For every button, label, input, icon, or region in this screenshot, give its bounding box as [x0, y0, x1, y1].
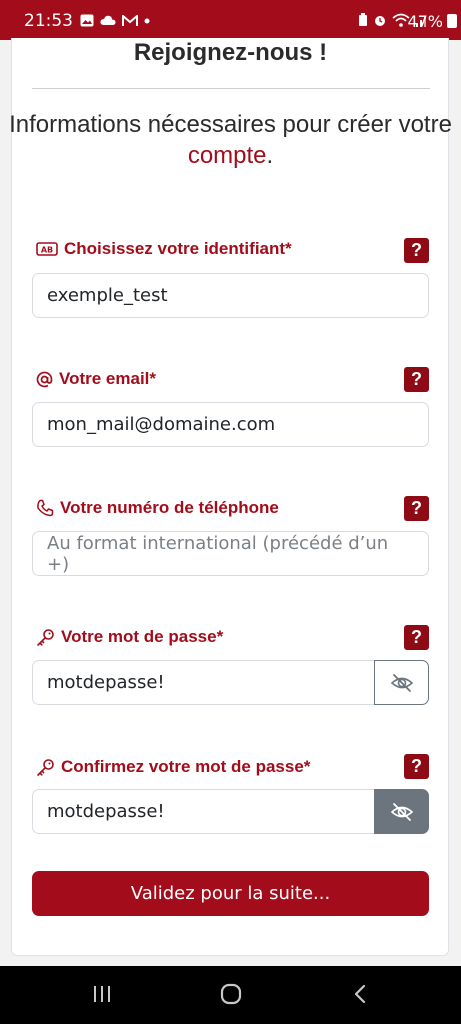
eye-slash-icon: [390, 673, 413, 692]
page-title: Rejoignez-nous !: [133, 39, 328, 66]
recents-icon[interactable]: [92, 983, 112, 1005]
status-time: 21:53: [24, 11, 73, 31]
back-icon[interactable]: [352, 983, 368, 1005]
phone-label: Votre numéro de téléphone: [36, 498, 279, 518]
at-icon: [36, 371, 53, 387]
username-help-button[interactable]: ?: [404, 238, 429, 263]
password-help-button[interactable]: ?: [404, 625, 429, 650]
password-label: Votre mot de passe*: [36, 627, 223, 647]
mail-icon: [122, 14, 138, 26]
confirm-password-label: Confirmez votre mot de passe*: [36, 757, 310, 777]
notification-icons: [80, 14, 150, 27]
confirm-password-label-text: Confirmez votre mot de passe*: [61, 757, 311, 776]
ab-badge-icon: AB: [36, 242, 58, 256]
intro-suffix: .: [266, 142, 274, 169]
email-input[interactable]: mon_mail@domaine.com: [32, 402, 429, 447]
password-visibility-toggle[interactable]: [374, 660, 429, 705]
home-icon[interactable]: [220, 983, 242, 1005]
confirm-password-help-button[interactable]: ?: [404, 754, 429, 779]
navigation-bar: [0, 966, 461, 1024]
battery-percent: 47%: [407, 12, 443, 31]
eye-slash-icon: [390, 802, 413, 821]
key-icon: [37, 628, 54, 646]
username-label-text: Choisissez votre identifiant*: [64, 239, 292, 258]
email-label-text: Votre email*: [59, 369, 157, 388]
password-input[interactable]: motdepasse!: [32, 660, 375, 705]
gallery-icon: [80, 14, 94, 27]
username-input[interactable]: exemple_test: [32, 273, 429, 318]
email-label: Votre email*: [36, 369, 156, 389]
key-icon: [37, 758, 54, 776]
intro-accent: compte: [187, 142, 267, 169]
dot-icon: [144, 18, 150, 23]
confirm-password-visibility-toggle[interactable]: [374, 789, 429, 834]
phone-help-button[interactable]: ?: [404, 496, 429, 521]
phone-input[interactable]: Au format international (précédé d’un +): [32, 531, 429, 576]
confirm-password-input[interactable]: motdepasse!: [32, 789, 375, 834]
battery-saver-icon: [359, 13, 367, 26]
intro-prefix: Informations nécessaires pour créer votr…: [9, 111, 452, 138]
phone-label-text: Votre numéro de téléphone: [60, 498, 279, 517]
phone-icon: [37, 499, 54, 517]
title-divider: [32, 88, 430, 89]
cloud-icon: [100, 15, 116, 25]
email-help-button[interactable]: ?: [404, 367, 429, 392]
username-label: AB Choisissez votre identifiant*: [36, 239, 292, 259]
svg-text:AB: AB: [41, 246, 53, 255]
status-bar: 21:53 47%: [0, 0, 461, 40]
submit-button[interactable]: Validez pour la suite...: [32, 871, 429, 916]
password-label-text: Votre mot de passe*: [61, 627, 224, 646]
alarm-icon: [375, 16, 385, 26]
intro-text: Informations nécessaires pour créer votr…: [0, 109, 461, 171]
battery-icon: [447, 14, 457, 28]
